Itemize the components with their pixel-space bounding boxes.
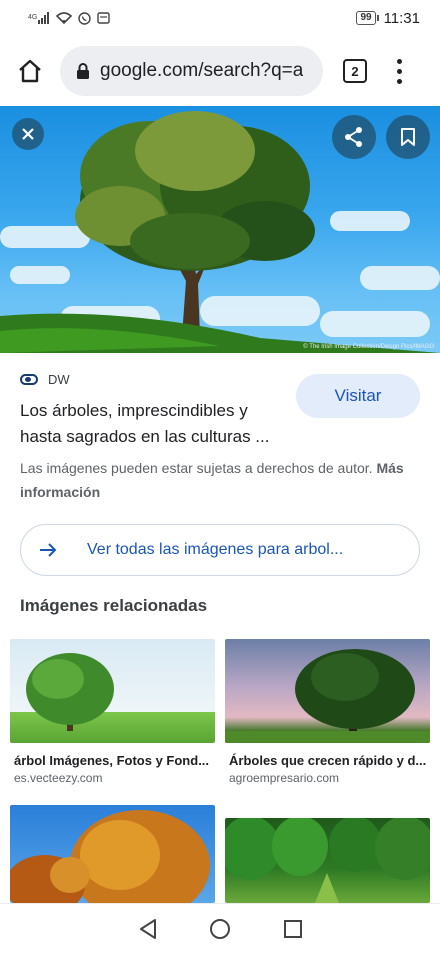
notification-icon (97, 12, 110, 24)
related-card[interactable] (10, 805, 215, 916)
tree-image (225, 818, 430, 903)
signal-icon: 4G (28, 12, 49, 24)
close-icon (22, 128, 34, 140)
tree-image (26, 653, 114, 731)
whatsapp-icon (78, 11, 91, 25)
see-all-label: Ver todas las imágenes para arbol... (87, 541, 344, 558)
home-circle-icon (210, 918, 230, 939)
related-card[interactable]: Árboles que crecen rápido y d... agroemp… (225, 639, 430, 785)
lock-icon (77, 62, 89, 79)
tree-image (10, 810, 210, 903)
share-icon (345, 127, 362, 147)
image-credit: © The Irish Image Collection/Design Pics… (303, 344, 434, 350)
save-button[interactable] (386, 115, 430, 159)
home-button[interactable] (10, 51, 50, 91)
related-thumbnail[interactable] (10, 805, 215, 903)
copyright-text: Las imágenes pueden estar sujetas a dere… (20, 460, 373, 476)
dw-logo-icon (20, 374, 38, 385)
result-title[interactable]: Los árboles, imprescindibles y hasta sag… (20, 398, 290, 450)
overflow-menu-button[interactable] (387, 51, 411, 91)
related-title: Árboles que crecen rápido y d... (229, 753, 427, 768)
browser-toolbar: google.com/search?q=a 2 (0, 36, 440, 106)
source-name: DW (48, 372, 70, 387)
bookmark-icon (401, 128, 415, 146)
recents-square-icon (283, 919, 302, 938)
related-domain: agroempresario.com (229, 771, 340, 785)
status-icons-right: 99 11:31 (356, 10, 420, 27)
tab-switcher-button[interactable]: 2 (343, 59, 367, 83)
related-thumbnail[interactable] (225, 818, 430, 903)
back-triangle-icon (139, 918, 156, 939)
see-all-images-button[interactable]: Ver todas las imágenes para arbol... (20, 524, 420, 576)
related-thumbnail[interactable] (225, 639, 430, 743)
menu-dot-icon (396, 58, 402, 64)
related-heading: Imágenes relacionadas (20, 596, 208, 615)
menu-dot-icon (396, 68, 402, 74)
system-navigation-bar (0, 903, 440, 953)
related-domain: es.vecteezy.com (14, 771, 103, 785)
svg-text:4G: 4G (28, 14, 37, 21)
menu-dot-icon (396, 78, 402, 84)
visit-button[interactable]: Visitar (296, 374, 420, 418)
clock: 11:31 (383, 9, 420, 27)
address-bar[interactable]: google.com/search?q=a (60, 46, 323, 96)
arrow-right-icon (40, 543, 57, 557)
status-bar: 4G 99 11:31 (0, 0, 440, 36)
recents-button[interactable] (278, 914, 308, 944)
hero-image[interactable]: © The Irish Image Collection/Design Pics… (0, 106, 440, 353)
related-thumbnail[interactable] (10, 639, 215, 743)
battery-icon: 99 (356, 11, 379, 25)
copyright-notice: Las imágenes pueden estar sujetas a dere… (20, 456, 424, 504)
close-button[interactable] (12, 118, 44, 150)
back-button[interactable] (133, 914, 163, 944)
related-title: árbol Imágenes, Fotos y Fond... (14, 753, 210, 768)
url-text[interactable]: google.com/search?q=a (100, 60, 303, 82)
wifi-icon (56, 12, 72, 24)
source-site[interactable]: DW (20, 372, 70, 387)
related-card[interactable]: árbol Imágenes, Fotos y Fond... es.vecte… (10, 639, 215, 785)
home-icon (19, 59, 41, 83)
share-button[interactable] (332, 115, 376, 159)
home-nav-button[interactable] (205, 914, 235, 944)
status-icons-left: 4G (28, 11, 110, 25)
tree-image (225, 649, 430, 743)
related-card[interactable] (225, 818, 430, 916)
